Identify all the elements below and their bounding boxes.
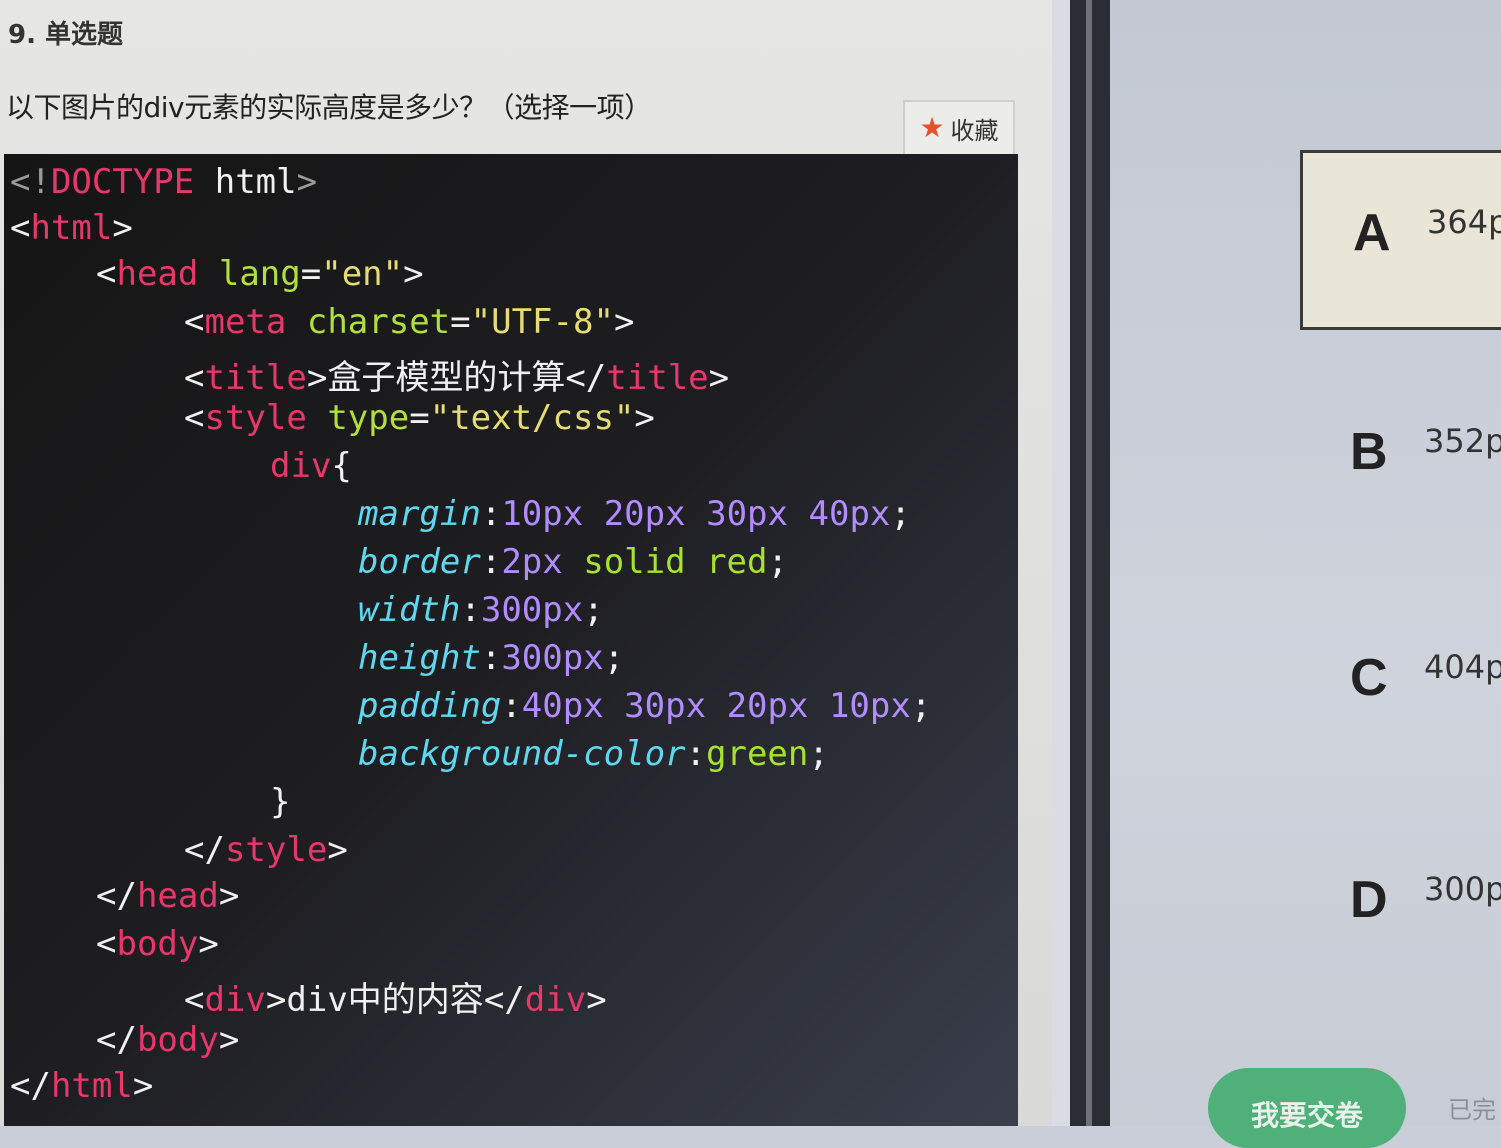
option-letter: B: [1350, 423, 1388, 481]
completion-status: 已完: [1448, 1096, 1496, 1124]
code-line: <title>盒子模型的计算</title>: [184, 358, 730, 398]
star-icon: ★: [919, 111, 945, 144]
favorite-button[interactable]: ★ 收藏: [903, 100, 1015, 156]
code-line: </html>: [10, 1066, 154, 1106]
code-line: </body>: [96, 1020, 240, 1060]
code-line: background-color:green;: [358, 734, 829, 774]
code-line: padding:40px 30px 20px 10px;: [358, 686, 932, 726]
option-a[interactable]: A 364p: [1300, 150, 1501, 330]
option-value: 352p: [1424, 422, 1501, 460]
question-number: 9. 单选题: [8, 20, 124, 50]
code-line: <div>div中的内容</div>: [184, 980, 607, 1020]
favorite-label: 收藏: [950, 116, 999, 145]
options-panel: A 364p B 352p C 404p D 300p 我要交卷 已完: [1110, 0, 1501, 1148]
code-line: width:300px;: [358, 590, 604, 630]
option-b[interactable]: B 352p: [1300, 372, 1501, 552]
submit-exam-button[interactable]: 我要交卷: [1208, 1068, 1406, 1148]
option-d[interactable]: D 300p: [1300, 820, 1501, 1000]
option-c[interactable]: C 404p: [1300, 598, 1501, 778]
panel-divider: [1052, 0, 1070, 1126]
option-letter: C: [1350, 649, 1388, 707]
code-line: }: [270, 782, 291, 822]
code-line: <style type="text/css">: [184, 398, 655, 438]
code-line: <body>: [96, 924, 219, 964]
question-text: 以下图片的div元素的实际高度是多少？（选择一项）: [6, 91, 652, 124]
panel-splitter[interactable]: [1086, 0, 1092, 1126]
option-value: 404p: [1424, 648, 1501, 686]
code-line: margin:10px 20px 30px 40px;: [358, 494, 911, 534]
code-line: </head>: [96, 876, 240, 916]
code-line: div{: [270, 446, 352, 486]
code-line: height:300px;: [358, 638, 625, 678]
question-panel: 9. 单选题 以下图片的div元素的实际高度是多少？（选择一项） ★ 收藏 <!…: [0, 0, 1052, 1126]
code-line: border:2px solid red;: [358, 542, 788, 582]
option-letter: A: [1353, 204, 1391, 262]
code-line: <html>: [10, 208, 133, 248]
code-line: <!DOCTYPE html>: [10, 162, 318, 202]
code-image: <!DOCTYPE html> <html> <head lang="en"> …: [4, 154, 1018, 1126]
option-value: 364p: [1427, 203, 1501, 241]
code-line: </style>: [184, 830, 348, 870]
option-letter: D: [1350, 871, 1388, 929]
code-line: <meta charset="UTF-8">: [184, 302, 635, 342]
code-line: <head lang="en">: [96, 254, 424, 294]
option-value: 300p: [1424, 870, 1501, 908]
